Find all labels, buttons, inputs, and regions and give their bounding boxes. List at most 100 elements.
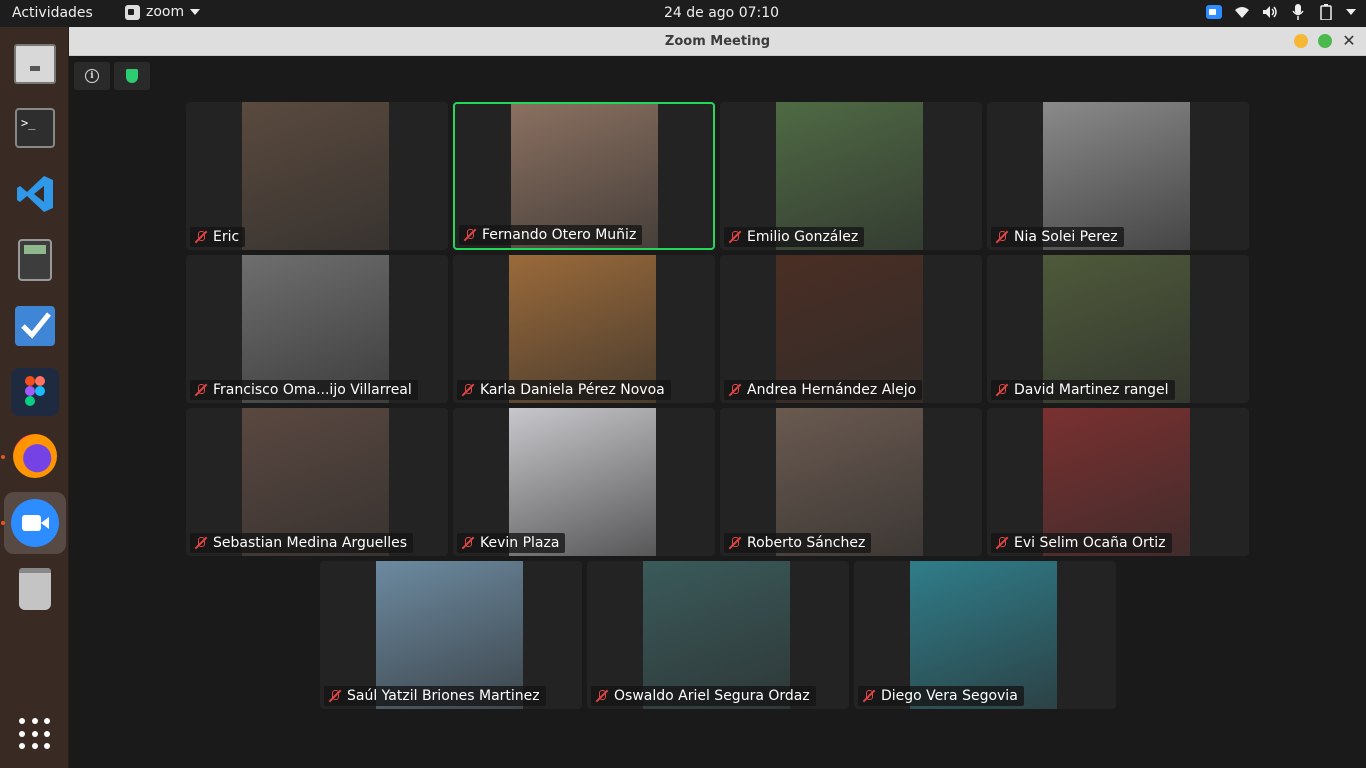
- app-menu[interactable]: zoom: [125, 4, 201, 20]
- participant-name: Eric: [213, 229, 240, 245]
- muted-microphone-icon: [194, 230, 208, 244]
- dock-item-firefox[interactable]: [4, 425, 66, 487]
- participant-video: [242, 102, 389, 250]
- participant-name-label: Saúl Yatzil Briones Martinez: [324, 686, 546, 706]
- dock-item-trash[interactable]: [4, 558, 66, 620]
- muted-microphone-icon: [862, 689, 876, 703]
- participant-name-label: Eric: [190, 227, 246, 247]
- microphone-icon[interactable]: [1290, 4, 1306, 20]
- participant-name: Roberto Sánchez: [747, 535, 866, 551]
- muted-microphone-icon: [728, 230, 742, 244]
- participant-name: Diego Vera Segovia: [881, 688, 1018, 704]
- vscode-icon: [17, 176, 53, 212]
- window-title: Zoom Meeting: [664, 34, 771, 49]
- meeting-info-button[interactable]: i: [74, 62, 110, 90]
- muted-microphone-icon: [595, 689, 609, 703]
- participant-name: Francisco Oma...ijo Villarreal: [213, 382, 412, 398]
- participant-name-label: David Martinez rangel: [991, 380, 1175, 400]
- participant-name: Kevin Plaza: [480, 535, 560, 551]
- info-icon: i: [85, 69, 99, 83]
- dock-item-todo[interactable]: [4, 295, 66, 357]
- firefox-running-indicator: [1, 455, 5, 459]
- system-menu-chevron-icon[interactable]: [1346, 9, 1356, 15]
- dock-item-terminal[interactable]: >_: [4, 97, 66, 159]
- participant-name-label: Nia Solei Perez: [991, 227, 1124, 247]
- app-menu-label: zoom: [146, 4, 185, 20]
- participant-name-label: Andrea Hernández Alejo: [724, 380, 923, 400]
- participant-tile[interactable]: Saúl Yatzil Briones Martinez: [320, 561, 582, 709]
- clock[interactable]: 24 de ago 07:10: [664, 5, 779, 21]
- calculator-icon: [18, 239, 52, 281]
- participant-tile[interactable]: Diego Vera Segovia: [854, 561, 1116, 709]
- muted-microphone-icon: [995, 536, 1009, 550]
- participant-name-label: Roberto Sánchez: [724, 533, 872, 553]
- muted-microphone-icon: [461, 383, 475, 397]
- zoom-app-icon: [125, 4, 140, 20]
- trash-icon: [19, 568, 51, 610]
- muted-microphone-icon: [194, 536, 208, 550]
- dock-item-zoom[interactable]: [4, 492, 66, 554]
- show-apps-icon: [19, 718, 51, 750]
- files-icon: [14, 44, 56, 84]
- participant-tile[interactable]: Fernando Otero Muñiz: [453, 102, 715, 250]
- todo-icon: [15, 306, 55, 346]
- participant-name: Andrea Hernández Alejo: [747, 382, 917, 398]
- dock-item-calculator[interactable]: [4, 229, 66, 291]
- activities-button[interactable]: Actividades: [12, 5, 93, 21]
- muted-microphone-icon: [463, 228, 477, 242]
- participant-tile[interactable]: Emilio González: [720, 102, 982, 250]
- zoom-running-indicator: [1, 521, 5, 525]
- participant-name: Fernando Otero Muñiz: [482, 227, 637, 243]
- battery-icon[interactable]: [1318, 4, 1334, 20]
- participant-name-label: Emilio González: [724, 227, 865, 247]
- participant-name: Nia Solei Perez: [1014, 229, 1118, 245]
- participant-tile[interactable]: Sebastian Medina Arguelles: [186, 408, 448, 556]
- volume-icon[interactable]: [1262, 4, 1278, 20]
- security-button[interactable]: [114, 62, 150, 90]
- window-titlebar[interactable]: Zoom Meeting ✕: [69, 27, 1366, 56]
- figma-icon: [11, 368, 59, 416]
- dock: >_: [0, 27, 69, 768]
- wifi-icon[interactable]: [1234, 4, 1250, 20]
- participant-name-label: Karla Daniela Pérez Novoa: [457, 380, 671, 400]
- shield-icon: [126, 69, 138, 83]
- participant-name: Saúl Yatzil Briones Martinez: [347, 688, 540, 704]
- muted-microphone-icon: [995, 230, 1009, 244]
- participant-tile[interactable]: Andrea Hernández Alejo: [720, 255, 982, 403]
- system-top-bar: Actividades zoom 24 de ago 07:10: [0, 0, 1366, 27]
- maximize-button[interactable]: [1318, 34, 1332, 48]
- participant-tile[interactable]: Eric: [186, 102, 448, 250]
- participant-tile[interactable]: Francisco Oma...ijo Villarreal: [186, 255, 448, 403]
- muted-microphone-icon: [995, 383, 1009, 397]
- participant-name-label: Fernando Otero Muñiz: [459, 225, 643, 245]
- chevron-down-icon: [190, 9, 201, 15]
- participant-name-label: Oswaldo Ariel Segura Ordaz: [591, 686, 816, 706]
- participant-name: David Martinez rangel: [1014, 382, 1169, 398]
- participant-tile[interactable]: Roberto Sánchez: [720, 408, 982, 556]
- participant-name: Sebastian Medina Arguelles: [213, 535, 408, 551]
- close-button[interactable]: ✕: [1342, 33, 1356, 49]
- participant-name-label: Diego Vera Segovia: [858, 686, 1024, 706]
- dock-item-vscode[interactable]: [4, 163, 66, 225]
- muted-microphone-icon: [194, 383, 208, 397]
- zoom-window: Zoom Meeting ✕ i Eric Fernando Otero Muñi…: [69, 27, 1366, 768]
- zoom-icon: [11, 499, 59, 547]
- participant-name: Evi Selim Ocaña Ortiz: [1014, 535, 1166, 551]
- participant-tile[interactable]: Nia Solei Perez: [987, 102, 1249, 250]
- participant-tile[interactable]: Kevin Plaza: [453, 408, 715, 556]
- system-tray[interactable]: [1206, 4, 1356, 20]
- participant-tile[interactable]: Oswaldo Ariel Segura Ordaz: [587, 561, 849, 709]
- dock-item-files[interactable]: [4, 33, 66, 95]
- show-applications-button[interactable]: [4, 703, 66, 765]
- participant-tile[interactable]: Evi Selim Ocaña Ortiz: [987, 408, 1249, 556]
- firefox-icon: [13, 434, 57, 478]
- zoom-tray-icon[interactable]: [1206, 5, 1222, 19]
- participant-tile[interactable]: Karla Daniela Pérez Novoa: [453, 255, 715, 403]
- participant-name-label: Francisco Oma...ijo Villarreal: [190, 380, 418, 400]
- participant-name-label: Kevin Plaza: [457, 533, 566, 553]
- participant-tile[interactable]: David Martinez rangel: [987, 255, 1249, 403]
- dock-item-figma[interactable]: [4, 361, 66, 423]
- muted-microphone-icon: [728, 383, 742, 397]
- muted-microphone-icon: [461, 536, 475, 550]
- minimize-button[interactable]: [1294, 34, 1308, 48]
